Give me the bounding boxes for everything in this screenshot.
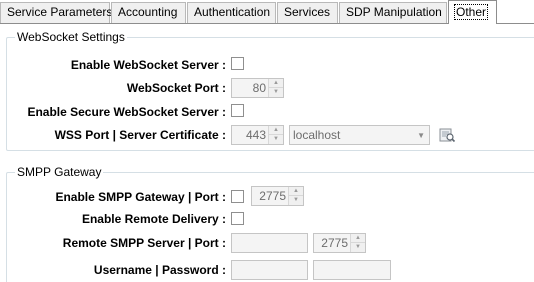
group-title: SMPP Gateway — [15, 165, 104, 179]
spinner-value: 2775 — [259, 189, 286, 203]
tab-service-parameters[interactable]: Service Parameters — [0, 2, 113, 23]
tab-accounting[interactable]: Accounting — [111, 2, 186, 23]
tab-divider — [0, 23, 448, 24]
tab-label: SDP Manipulation — [346, 5, 442, 19]
certificate-browse-icon[interactable] — [438, 126, 456, 144]
wss-port-spinner[interactable]: 443 ▲ ▼ — [231, 125, 284, 145]
username-password-label: Username | Password : — [93, 263, 226, 277]
enable-smpp-gateway-checkbox[interactable] — [231, 190, 244, 203]
spinner-down-icon[interactable]: ▼ — [269, 88, 283, 97]
combo-value: localhost — [293, 128, 341, 142]
tab-label: Service Parameters — [7, 5, 113, 19]
spinner-buttons: ▲ ▼ — [350, 234, 365, 252]
tab-other[interactable]: Other — [448, 0, 497, 24]
enable-websocket-checkbox[interactable] — [231, 57, 244, 70]
enable-remote-delivery-label: Enable Remote Delivery : — [81, 212, 226, 226]
tab-label: Authentication — [194, 5, 271, 19]
websocket-port-spinner[interactable]: 80 ▲ ▼ — [231, 78, 284, 98]
server-certificate-combo[interactable]: localhost ▼ — [289, 125, 430, 145]
enable-remote-delivery-checkbox[interactable] — [231, 212, 244, 225]
enable-websocket-label: Enable WebSocket Server : — [70, 58, 226, 72]
spinner-value: 80 — [252, 81, 266, 95]
remote-smpp-server-label: Remote SMPP Server | Port : — [62, 236, 226, 250]
smpp-port-spinner[interactable]: 2775 ▲ ▼ — [251, 186, 304, 206]
remote-smpp-server-input[interactable] — [231, 233, 308, 253]
enable-secure-websocket-checkbox[interactable] — [231, 104, 244, 117]
tab-services[interactable]: Services — [277, 2, 338, 23]
password-input[interactable] — [313, 260, 391, 280]
enable-smpp-gateway-label: Enable SMPP Gateway | Port : — [55, 190, 226, 204]
spinner-down-icon[interactable]: ▼ — [351, 243, 365, 252]
tab-label: Accounting — [118, 5, 178, 19]
spinner-value: 2775 — [321, 236, 348, 250]
tab-sdp-manipulation[interactable]: SDP Manipulation — [339, 2, 447, 23]
enable-secure-websocket-label: Enable Secure WebSocket Server : — [27, 105, 226, 119]
group-title: WebSocket Settings — [15, 30, 127, 44]
spinner-buttons: ▲ ▼ — [288, 187, 303, 205]
tab-label: Services — [284, 5, 331, 19]
spinner-up-icon[interactable]: ▲ — [269, 79, 283, 88]
spinner-down-icon[interactable]: ▼ — [289, 196, 303, 205]
username-input[interactable] — [231, 260, 308, 280]
spinner-value: 443 — [245, 128, 266, 142]
chevron-down-icon[interactable]: ▼ — [417, 131, 425, 140]
spinner-buttons: ▲ ▼ — [268, 79, 283, 97]
wss-port-label: WSS Port | Server Certificate : — [54, 128, 226, 142]
spinner-up-icon[interactable]: ▲ — [269, 126, 283, 135]
websocket-port-label: WebSocket Port : — [126, 81, 226, 95]
tab-label: Other — [453, 4, 489, 20]
remote-smpp-port-spinner[interactable]: 2775 ▲ ▼ — [313, 233, 366, 253]
spinner-down-icon[interactable]: ▼ — [269, 135, 283, 144]
spinner-up-icon[interactable]: ▲ — [289, 187, 303, 196]
spinner-buttons: ▲ ▼ — [268, 126, 283, 144]
tab-divider — [497, 23, 534, 24]
spinner-up-icon[interactable]: ▲ — [351, 234, 365, 243]
tab-strip: Service Parameters Accounting Authentica… — [0, 0, 534, 24]
tab-authentication[interactable]: Authentication — [187, 2, 276, 23]
